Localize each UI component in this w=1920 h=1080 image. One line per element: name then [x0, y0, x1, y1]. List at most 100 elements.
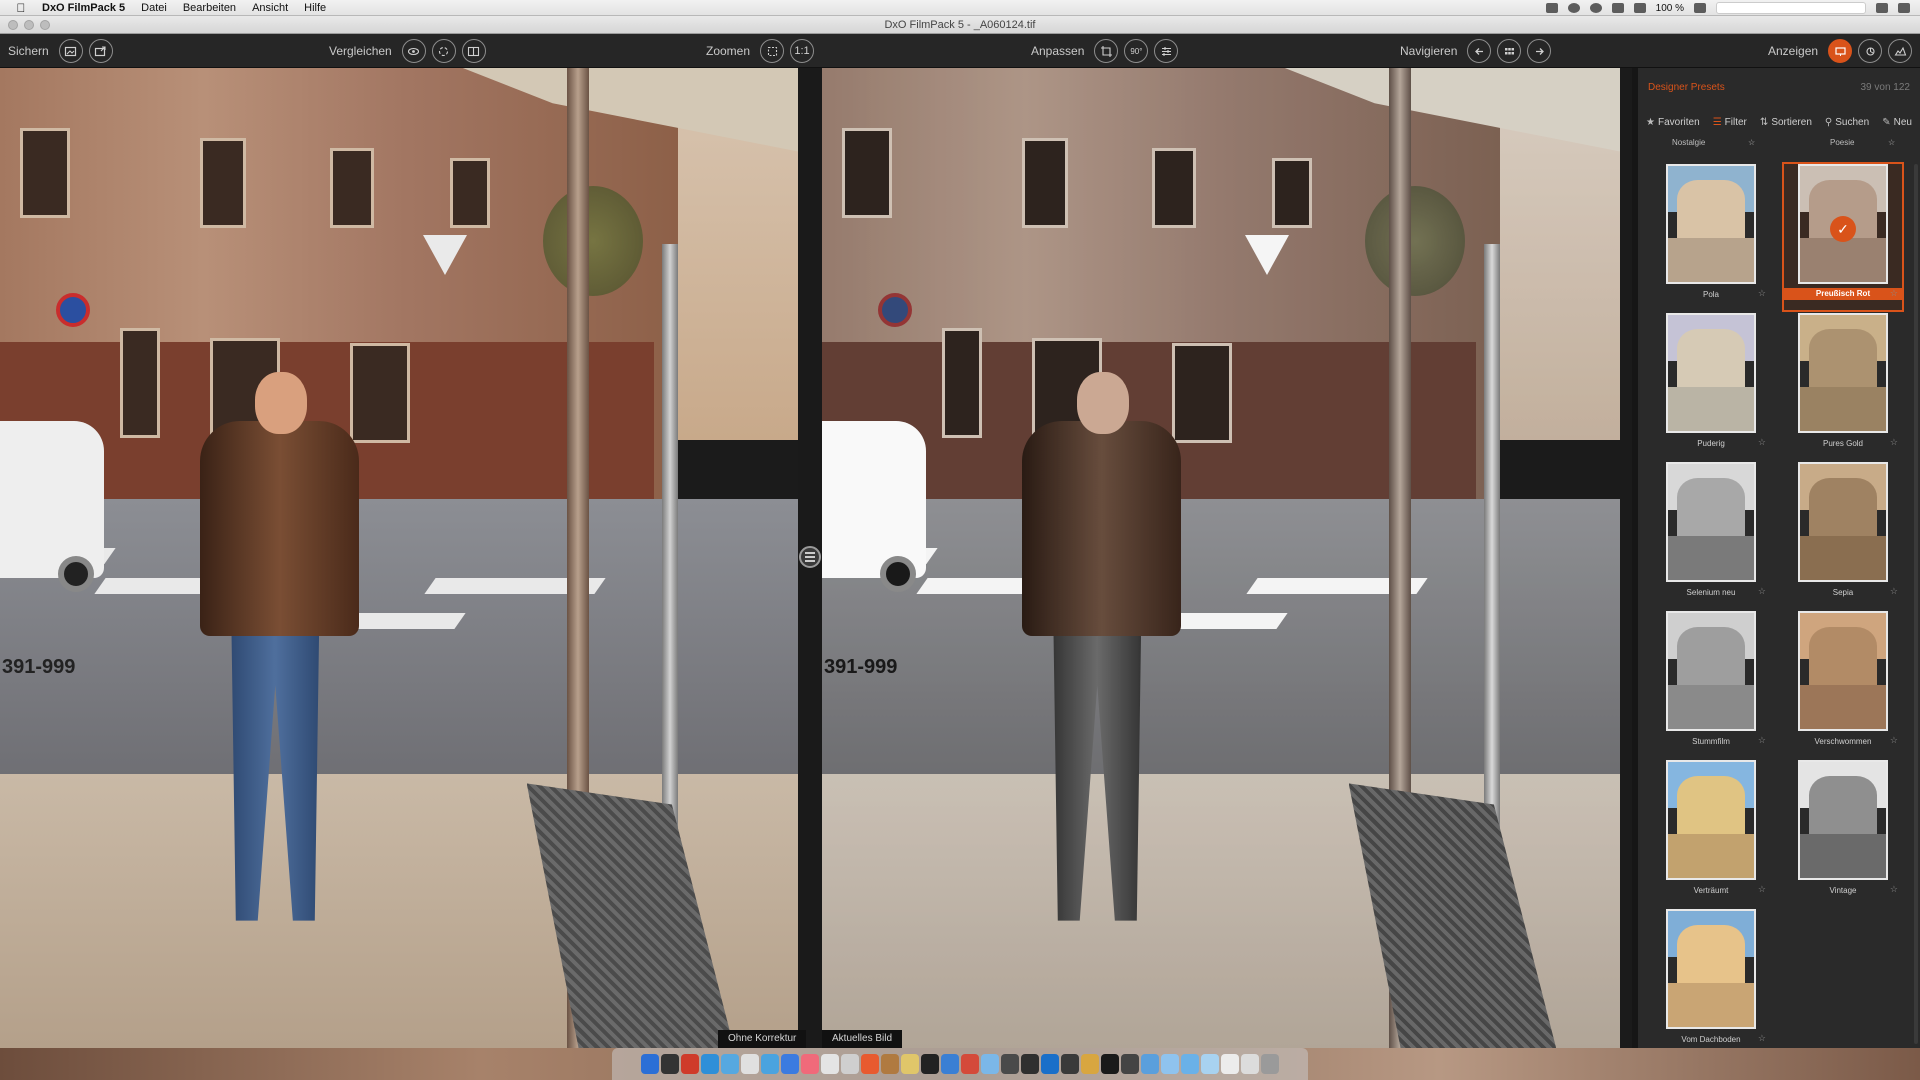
dock-app-icon[interactable] — [981, 1054, 999, 1074]
favorite-star[interactable]: ☆ — [1748, 138, 1755, 147]
dock-app-icon[interactable] — [861, 1054, 879, 1074]
favorite-star-icon[interactable]: ☆ — [1758, 288, 1766, 299]
settings-panel-button[interactable] — [1858, 39, 1883, 63]
export-button[interactable] — [88, 39, 113, 63]
preset-item[interactable]: Selenium neu ☆ — [1652, 462, 1770, 608]
dock-app-icon[interactable] — [881, 1054, 899, 1074]
dock-app-icon[interactable] — [1061, 1054, 1079, 1074]
menu-datei[interactable]: Datei — [141, 2, 167, 14]
search-icon[interactable] — [1876, 3, 1888, 13]
dock-app-icon[interactable] — [1201, 1054, 1219, 1074]
dock-app-icon[interactable] — [1041, 1054, 1059, 1074]
dock-app-icon[interactable] — [1241, 1054, 1259, 1074]
spotlight-field[interactable] — [1716, 2, 1866, 14]
presets-panel-button[interactable] — [1828, 39, 1853, 63]
favorite-star-icon[interactable]: ☆ — [1758, 1033, 1766, 1044]
preset-item[interactable]: Vom Dachboden ☆ — [1652, 909, 1770, 1055]
filter-button[interactable]: ☰ Filter — [1713, 114, 1747, 130]
dock-app-icon[interactable] — [801, 1054, 819, 1074]
dock-app-icon[interactable] — [1221, 1054, 1239, 1074]
preset-item[interactable]: Pola ☆ — [1652, 164, 1770, 310]
favorite-star-icon[interactable]: ☆ — [1890, 586, 1898, 597]
dock-app-icon[interactable] — [1081, 1054, 1099, 1074]
dock-app-icon[interactable] — [821, 1054, 839, 1074]
favorite-star-icon[interactable]: ☆ — [1890, 437, 1898, 448]
dock-app-icon[interactable] — [1021, 1054, 1039, 1074]
rotate-button[interactable]: 90° — [1124, 39, 1149, 63]
histogram-button[interactable] — [1888, 39, 1913, 63]
preset-item[interactable]: Puderig ☆ — [1652, 313, 1770, 459]
next-image-button[interactable] — [1527, 39, 1552, 63]
wifi-icon[interactable] — [1633, 3, 1646, 13]
split-handle[interactable] — [799, 546, 821, 568]
favorite-star-icon[interactable]: ☆ — [1758, 884, 1766, 895]
dock-app-icon[interactable] — [1181, 1054, 1199, 1074]
dock-app-icon[interactable] — [1261, 1054, 1279, 1074]
dock-app-icon[interactable] — [941, 1054, 959, 1074]
favorite-star-icon[interactable]: ☆ — [1758, 586, 1766, 597]
preset-item[interactable]: ✓iPreußisch Rot☆ — [1782, 162, 1904, 312]
crop-button[interactable] — [1094, 39, 1119, 63]
favorite-star-icon[interactable]: ☆ — [1890, 288, 1898, 299]
menu-ansicht[interactable]: Ansicht — [252, 2, 288, 14]
presets-title[interactable]: Designer Presets — [1648, 82, 1725, 98]
notification-center-icon[interactable] — [1898, 3, 1910, 13]
zoom-100-button[interactable]: 1:1 — [790, 39, 815, 63]
sort-button[interactable]: ⇅ Sortieren — [1760, 114, 1812, 130]
new-label: Neu — [1893, 116, 1912, 128]
favorite-star-icon[interactable]: ☆ — [1758, 735, 1766, 746]
original-image-pane[interactable]: 391-999 — [0, 68, 798, 1048]
menu-bearbeiten[interactable]: Bearbeiten — [183, 2, 236, 14]
menu-app-name[interactable]: DxO FilmPack 5 — [42, 2, 125, 14]
dock-app-icon[interactable] — [641, 1054, 659, 1074]
dock-app-icon[interactable] — [1121, 1054, 1139, 1074]
dock-app-icon[interactable] — [901, 1054, 919, 1074]
favorite-star-icon[interactable]: ☆ — [1890, 735, 1898, 746]
dock-app-icon[interactable] — [741, 1054, 759, 1074]
dock-app-icon[interactable] — [781, 1054, 799, 1074]
corrected-image-pane[interactable]: 391-999 — [822, 68, 1620, 1048]
dock-app-icon[interactable] — [681, 1054, 699, 1074]
dock-app-icon[interactable] — [1101, 1054, 1119, 1074]
new-preset-button[interactable]: ✎ Neu — [1882, 114, 1912, 130]
battery-icon[interactable] — [1694, 3, 1706, 13]
compare-sync-button[interactable] — [431, 39, 456, 63]
sidebar-scrollbar[interactable] — [1914, 164, 1918, 1044]
grid-view-button[interactable] — [1497, 39, 1522, 63]
favorite-star-icon[interactable]: ☆ — [1758, 437, 1766, 448]
preset-item[interactable]: Pures Gold ☆ — [1784, 313, 1902, 459]
sync-icon[interactable] — [1567, 3, 1580, 13]
zoom-fit-button[interactable] — [760, 39, 785, 63]
time-machine-icon[interactable] — [1589, 3, 1602, 13]
favorite-star-icon[interactable]: ☆ — [1890, 884, 1898, 895]
previous-image-button[interactable] — [1467, 39, 1492, 63]
preset-item[interactable]: Vintage ☆ — [1784, 760, 1902, 906]
save-image-button[interactable] — [58, 39, 83, 63]
preset-item[interactable]: Verschwommen ☆ — [1784, 611, 1902, 757]
bluetooth-icon[interactable] — [1611, 3, 1624, 13]
preset-item[interactable]: Sepia ☆ — [1784, 462, 1902, 608]
save-label: Sichern — [8, 44, 49, 58]
dock-app-icon[interactable] — [761, 1054, 779, 1074]
preset-item[interactable]: Stummfilm ☆ — [1652, 611, 1770, 757]
menu-hilfe[interactable]: Hilfe — [304, 2, 326, 14]
dropbox-icon[interactable] — [1545, 3, 1558, 13]
dock-app-icon[interactable] — [841, 1054, 859, 1074]
dock-app-icon[interactable] — [1141, 1054, 1159, 1074]
dock-app-icon[interactable] — [721, 1054, 739, 1074]
dock-app-icon[interactable] — [1161, 1054, 1179, 1074]
adjust-settings-button[interactable] — [1154, 39, 1179, 63]
favorite-star[interactable]: ☆ — [1888, 138, 1895, 147]
dock-app-icon[interactable] — [961, 1054, 979, 1074]
search-button[interactable]: ⚲ Suchen — [1825, 114, 1869, 130]
compare-eye-button[interactable] — [401, 39, 426, 63]
split-view-button[interactable] — [461, 39, 486, 63]
favorites-button[interactable]: ★ Favoriten — [1646, 114, 1700, 130]
dock-app-icon[interactable] — [921, 1054, 939, 1074]
dock-app-icon[interactable] — [661, 1054, 679, 1074]
split-view-icon — [468, 46, 480, 56]
apple-menu-icon[interactable]:  — [14, 1, 28, 15]
preset-item[interactable]: Verträumt ☆ — [1652, 760, 1770, 906]
dock-app-icon[interactable] — [701, 1054, 719, 1074]
dock-app-icon[interactable] — [1001, 1054, 1019, 1074]
